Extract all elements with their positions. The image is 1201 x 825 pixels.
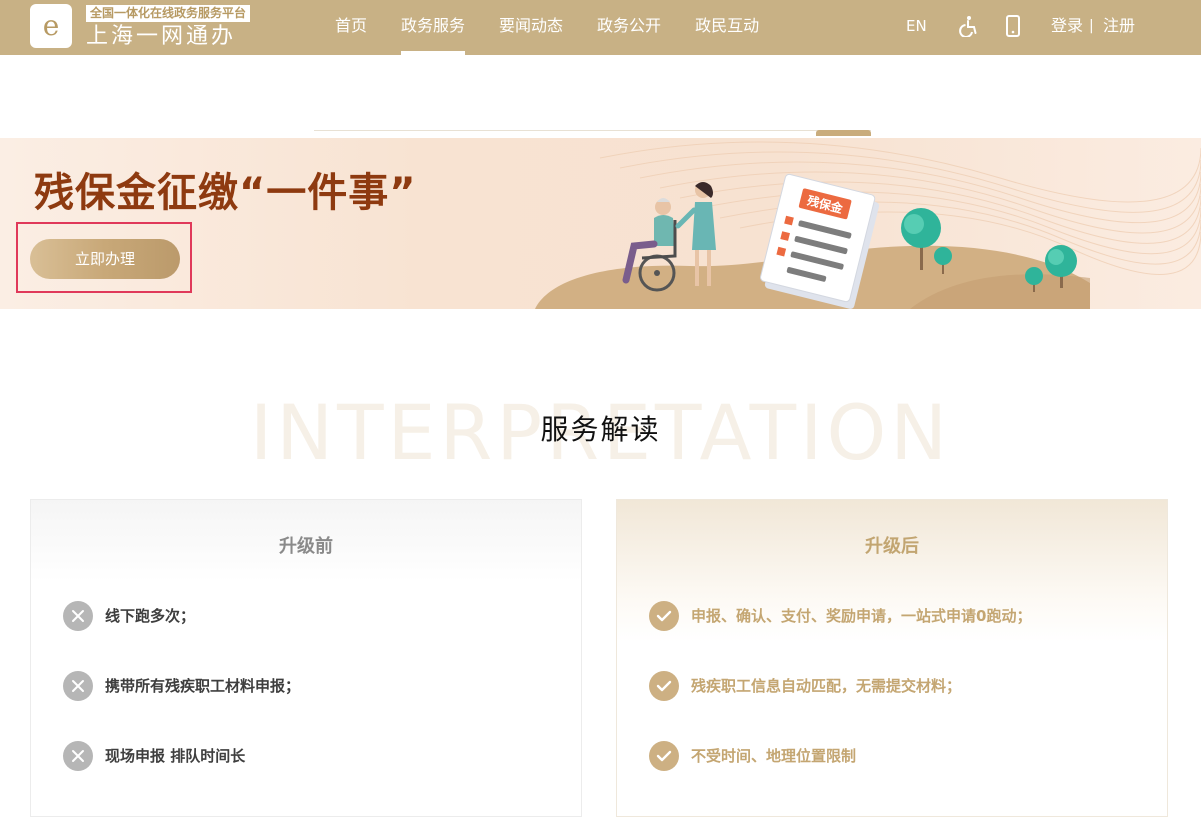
after-item-list: 申报、确认、支付、奖励申请，一站式申请0跑动； 残疾职工信息自动匹配，无需提交材… — [649, 600, 1149, 810]
list-item: 线下跑多次； — [63, 600, 563, 670]
cross-icon — [63, 601, 93, 631]
language-switch[interactable]: EN — [906, 0, 946, 52]
nav-item-public-affairs[interactable]: 政务公开 — [580, 0, 678, 55]
logo-mark-icon: e — [30, 4, 72, 48]
list-item: 不受时间、地理位置限制 — [649, 740, 1149, 810]
search-bar[interactable] — [314, 130, 871, 136]
before-upgrade-card: 升级前 线下跑多次； 携带所有残疾职工材料申报； 现场申报 排队时间长 — [30, 499, 582, 817]
top-header: e 全国一体化在线政务服务平台 上海一网通办 首页 政务服务 要闻动态 政务公开… — [0, 0, 1201, 55]
logo-tagline: 全国一体化在线政务服务平台 — [86, 5, 251, 22]
cross-icon — [63, 741, 93, 771]
login-register-separator: | — [1089, 18, 1094, 34]
nav-item-government-services[interactable]: 政务服务 — [384, 0, 482, 55]
check-icon — [649, 741, 679, 771]
list-item-text: 不受时间、地理位置限制 — [691, 747, 857, 765]
list-item: 申报、确认、支付、奖励申请，一站式申请0跑动； — [649, 600, 1149, 670]
check-icon — [649, 671, 679, 701]
login-link[interactable]: 登录 — [1051, 0, 1083, 52]
logo-name: 上海一网通办 — [86, 24, 237, 49]
register-link[interactable]: 注册 — [1103, 0, 1135, 52]
mobile-phone-icon[interactable] — [1005, 15, 1021, 37]
search-button[interactable] — [816, 130, 871, 136]
list-item-text: 携带所有残疾职工材料申报； — [105, 677, 301, 695]
list-item: 携带所有残疾职工材料申报； — [63, 670, 563, 740]
before-card-title: 升级前 — [279, 536, 333, 557]
after-card-title: 升级后 — [865, 536, 919, 557]
banner-illustration: 残保金 — [535, 173, 1090, 309]
check-icon — [649, 601, 679, 631]
list-item: 现场申报 排队时间长 — [63, 740, 563, 810]
list-item: 残疾职工信息自动匹配，无需提交材料； — [649, 670, 1149, 740]
wheelchair-icon[interactable] — [957, 15, 979, 37]
list-item-text: 申报、确认、支付、奖励申请，一站式申请0跑动； — [691, 607, 1032, 625]
apply-now-button[interactable]: 立即办理 — [30, 239, 180, 279]
list-item-text: 线下跑多次； — [105, 607, 196, 625]
before-item-list: 线下跑多次； 携带所有残疾职工材料申报； 现场申报 排队时间长 — [63, 600, 563, 810]
cross-icon — [63, 671, 93, 701]
nav-item-news[interactable]: 要闻动态 — [482, 0, 580, 55]
after-upgrade-card: 升级后 申报、确认、支付、奖励申请，一站式申请0跑动； 残疾职工信息自动匹配，无… — [616, 499, 1168, 817]
list-item-text: 残疾职工信息自动匹配，无需提交材料； — [691, 677, 962, 695]
section-title: 服务解读 — [540, 413, 661, 446]
main-nav: 首页 政务服务 要闻动态 政务公开 政民互动 — [318, 0, 776, 55]
nav-item-home[interactable]: 首页 — [318, 0, 384, 55]
nav-item-interaction[interactable]: 政民互动 — [678, 0, 776, 55]
service-banner: 残保金征缴“一件事” 立即办理 残保金 — [0, 138, 1201, 309]
list-item-text: 现场申报 排队时间长 — [105, 747, 246, 765]
banner-title: 残保金征缴“一件事” — [34, 170, 417, 216]
site-logo[interactable]: e 全国一体化在线政务服务平台 上海一网通办 — [30, 4, 260, 50]
